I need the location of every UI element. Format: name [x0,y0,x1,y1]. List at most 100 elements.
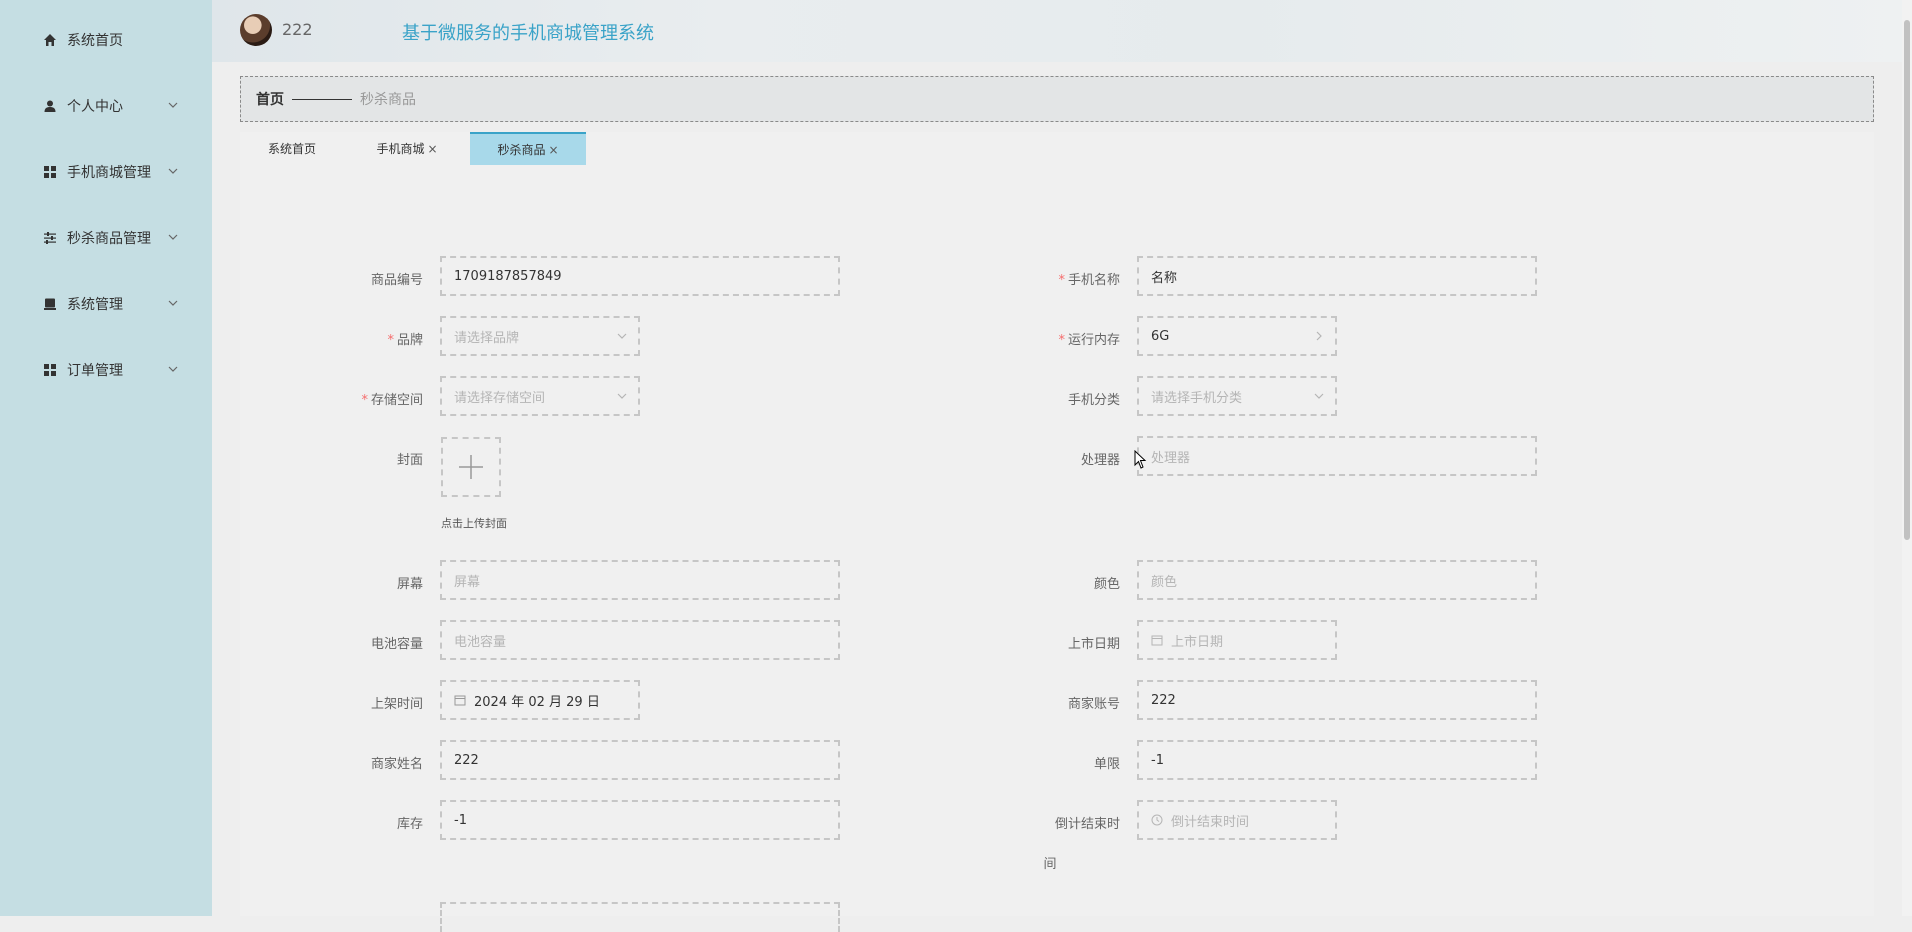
sidebar-item-profile[interactable]: 个人中心 [0,86,212,126]
sidebar-item-system[interactable]: 系统管理 [0,284,212,324]
top-header: 222 基于微服务的手机商城管理系统 [212,0,1912,62]
tab-flash-sale[interactable]: 秒杀商品 × [470,132,586,165]
home-icon [43,33,57,47]
tab-label: 手机商城 [376,142,425,156]
label-countdown-end-wrap: 间 [1043,857,1057,872]
sidebar-item-label: 系统管理 [67,297,123,313]
chevron-down-icon [617,333,627,339]
chevron-down-icon [168,168,178,174]
chevron-right-icon [1316,331,1322,341]
grid-icon [43,363,57,377]
sidebar: 系统首页 个人中心 手机商城管理 秒杀商品管理 系统管理 订单管理 [0,0,212,916]
countdown-end-picker[interactable]: 倒计结束时间 [1137,800,1337,840]
label-ram: * 运行内存 [1058,333,1120,348]
stock-value: -1 [454,812,467,828]
chevron-down-icon [617,393,627,399]
storage-placeholder: 请选择存储空间 [454,390,546,406]
product-no-input[interactable]: 1709187857849 [440,256,840,296]
sidebar-item-phone-mall[interactable]: 手机商城管理 [0,152,212,192]
color-input[interactable]: 颜色 [1137,560,1537,600]
device-icon [43,297,57,311]
label-product-no: 商品编号 [370,273,423,288]
screen-input[interactable]: 屏幕 [440,560,840,600]
chevron-down-icon [168,234,178,240]
release-date-picker[interactable]: 上市日期 [1137,620,1337,660]
username: 222 [282,20,313,39]
calendar-icon [1151,634,1163,646]
tab-label: 系统首页 [267,142,316,156]
label-merchant-name: 商家姓名 [370,757,423,772]
next-row-input[interactable] [440,902,840,932]
tab-home[interactable]: 系统首页 [240,132,344,165]
scrollbar-thumb[interactable] [1904,20,1910,540]
sidebar-item-home[interactable]: 系统首页 [0,20,212,60]
breadcrumb-separator [292,98,352,100]
sidebar-item-label: 订单管理 [67,363,123,379]
label-category: 手机分类 [1067,393,1120,408]
calendar-icon [454,694,466,706]
sliders-icon [43,231,57,245]
merchant-name-input[interactable]: 222 [440,740,840,780]
merchant-account-value: 222 [1151,692,1176,708]
avatar[interactable] [240,14,272,46]
merchant-account-input[interactable]: 222 [1137,680,1537,720]
sidebar-item-flash-sale[interactable]: 秒杀商品管理 [0,218,212,258]
battery-placeholder: 电池容量 [454,634,507,650]
sidebar-item-label: 个人中心 [67,99,123,115]
label-processor: 处理器 [1080,453,1120,468]
product-no-value: 1709187857849 [454,268,562,284]
cover-upload-hint: 点击上传封面 [441,517,507,530]
label-merchant-account: 商家账号 [1067,697,1120,712]
tab-label: 秒杀商品 [497,143,546,157]
merchant-name-value: 222 [454,752,479,768]
plus-icon [459,455,483,479]
limit-input[interactable]: -1 [1137,740,1537,780]
sidebar-item-label: 手机商城管理 [67,165,151,181]
sidebar-item-orders[interactable]: 订单管理 [0,350,212,390]
label-release-date: 上市日期 [1067,637,1120,652]
close-icon[interactable]: × [427,142,437,156]
breadcrumb-home[interactable]: 首页 [256,89,284,109]
label-countdown-end: 倒计结束时 [1054,817,1120,832]
ram-select[interactable]: 6G [1137,316,1337,356]
label-storage: * 存储空间 [361,393,423,408]
color-placeholder: 颜色 [1151,574,1178,590]
label-screen: 屏幕 [396,577,423,592]
phone-name-value: 名称 [1151,270,1178,286]
chevron-down-icon [168,300,178,306]
cover-upload-button[interactable] [441,437,501,497]
chevron-down-icon [168,366,178,372]
stock-input[interactable]: -1 [440,800,840,840]
listing-time-value: 2024 年 02 月 29 日 [474,694,600,710]
phone-name-input[interactable]: 名称 [1137,256,1537,296]
chevron-down-icon [1314,393,1324,399]
label-stock: 库存 [396,817,423,832]
battery-input[interactable]: 电池容量 [440,620,840,660]
label-listing-time: 上架时间 [370,697,423,712]
label-color: 颜色 [1093,577,1120,592]
sidebar-item-label: 系统首页 [67,33,123,49]
brand-select[interactable]: 请选择品牌 [440,316,640,356]
release-date-placeholder: 上市日期 [1171,634,1224,650]
label-cover: 封面 [396,453,423,468]
countdown-end-placeholder: 倒计结束时间 [1171,814,1250,830]
label-brand: * 品牌 [387,333,423,348]
listing-time-picker[interactable]: 2024 年 02 月 29 日 [440,680,640,720]
page-title: 基于微服务的手机商城管理系统 [402,23,654,44]
main-panel: 系统首页 手机商城 × 秒杀商品 × 商品编号 1709187857849 * 手… [240,132,1874,932]
label-phone-name: * 手机名称 [1058,273,1120,288]
tab-bar: 系统首页 手机商城 × 秒杀商品 × [240,132,1874,165]
tab-phone-mall[interactable]: 手机商城 × [344,132,470,165]
breadcrumb: 首页 秒杀商品 [240,76,1874,122]
category-select[interactable]: 请选择手机分类 [1137,376,1337,416]
user-icon [43,99,57,113]
chevron-down-icon [168,102,178,108]
breadcrumb-current: 秒杀商品 [360,92,416,108]
storage-select[interactable]: 请选择存储空间 [440,376,640,416]
page-scrollbar[interactable] [1902,0,1912,916]
brand-placeholder: 请选择品牌 [454,330,520,346]
grid-icon [43,165,57,179]
close-icon[interactable]: × [548,143,558,157]
screen-placeholder: 屏幕 [454,574,481,590]
processor-input[interactable]: 处理器 [1137,436,1537,476]
